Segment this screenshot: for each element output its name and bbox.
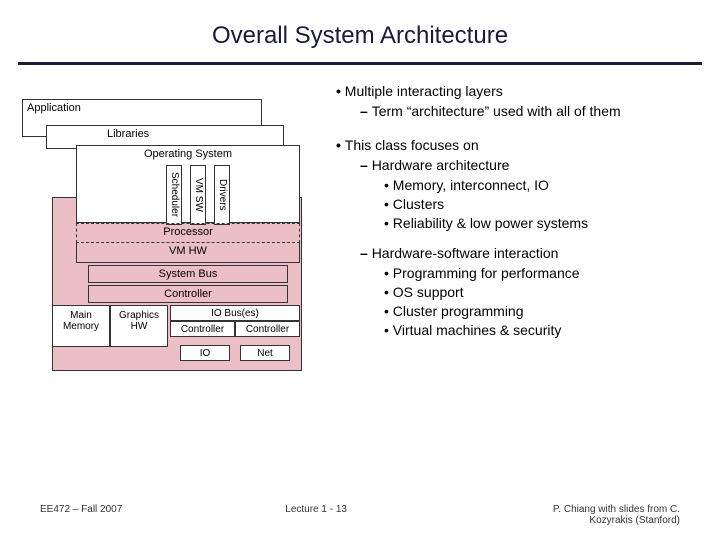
diagram-column: Application Libraries Operating System S… [18, 79, 318, 341]
title-divider [18, 62, 702, 65]
bullet-term-arch: Term “architecture” used with all of the… [360, 103, 702, 119]
box-processor: Processor [76, 223, 300, 243]
bullet-vm-sec: Virtual machines & security [384, 322, 702, 338]
box-system-bus: System Bus [88, 265, 288, 283]
bullet-hw-sw: Hardware-software interaction [360, 245, 702, 261]
bullet-cluster-prog: Cluster programming [384, 303, 702, 319]
box-net: Net [240, 345, 290, 361]
bullet-reliability: Reliability & low power systems [384, 215, 702, 231]
bullet-list: Multiple interacting layers Term “archit… [330, 83, 702, 338]
bullet-perf: Programming for performance [384, 265, 702, 281]
bullet-hw-arch: Hardware architecture [360, 157, 702, 173]
box-io: IO [180, 345, 230, 361]
box-io-buses: IO Bus(es) [170, 305, 300, 321]
slide-title: Overall System Architecture [0, 0, 720, 62]
slide-body: Application Libraries Operating System S… [0, 79, 720, 341]
box-os: Operating System [76, 145, 300, 223]
box-drivers: Drivers [214, 165, 230, 225]
box-io-controller-1: Controller [170, 321, 235, 337]
footer: EE472 – Fall 2007 Lecture 1 - 13 P. Chia… [0, 504, 720, 526]
bullet-memory-io: Memory, interconnect, IO [384, 177, 702, 193]
box-graphics-hw: Graphics HW [110, 305, 168, 347]
bullet-layers: Multiple interacting layers [336, 83, 702, 99]
box-main-memory: Main Memory [52, 305, 110, 347]
box-scheduler: Scheduler [166, 165, 182, 225]
footer-course: EE472 – Fall 2007 [40, 504, 122, 526]
bullet-column: Multiple interacting layers Term “archit… [330, 79, 702, 341]
box-controller: Controller [88, 285, 288, 303]
footer-lecture: Lecture 1 - 13 [285, 504, 347, 526]
bullet-clusters: Clusters [384, 196, 702, 212]
box-vm-sw: VM SW [190, 165, 206, 225]
footer-credit: P. Chiang with slides from C. Kozyrakis … [510, 504, 680, 526]
box-vm-hw: VM HW [76, 243, 300, 263]
box-io-controller-2: Controller [235, 321, 300, 337]
bullet-os: OS support [384, 284, 702, 300]
bullet-focus: This class focuses on [336, 137, 702, 153]
